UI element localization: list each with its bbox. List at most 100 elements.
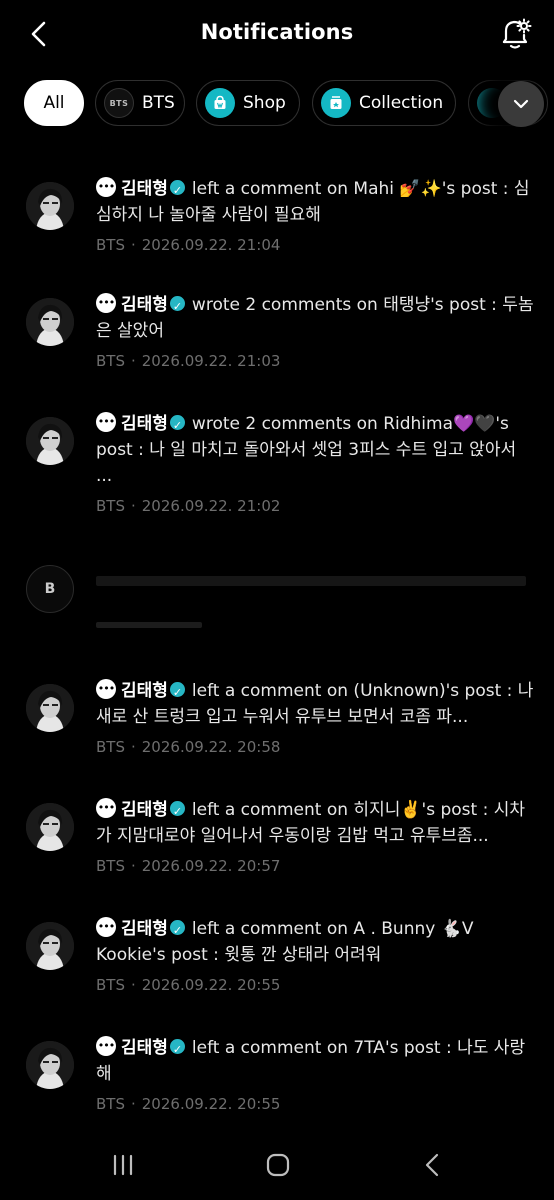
filter-chip-collection[interactable]: Collection bbox=[312, 80, 456, 126]
verified-badge-icon bbox=[169, 680, 185, 706]
author-name: 김태형 bbox=[121, 414, 168, 434]
verified-badge-icon bbox=[169, 1037, 185, 1063]
notification-meta: BTS · 2026.09.22. 21:04 bbox=[96, 236, 536, 254]
notification-content: 김태형wrote 2 comments on 태탱냥's post : 두놈은 … bbox=[96, 290, 536, 370]
redacted-avatar: B bbox=[26, 565, 74, 613]
author-name: 김태형 bbox=[121, 681, 168, 701]
header: Notifications bbox=[0, 0, 554, 70]
notification-content: 김태형left a comment on Mahi 💅✨'s post : 심심… bbox=[96, 174, 536, 254]
comment-bubble-icon bbox=[96, 174, 116, 200]
notification-meta: BTS · 2026.09.22. 20:55 bbox=[96, 1095, 536, 1113]
notification-text: 김태형left a comment on (Unknown)'s post : … bbox=[96, 676, 536, 730]
back-icon[interactable] bbox=[420, 1152, 446, 1178]
notification-meta: BTS · 2026.09.22. 21:03 bbox=[96, 352, 536, 370]
comment-bubble-icon bbox=[96, 290, 116, 316]
recents-icon[interactable] bbox=[110, 1152, 136, 1178]
notification-text: 김태형left a comment on 히지니✌️'s post : 시차가 … bbox=[96, 795, 536, 849]
notification-settings-icon[interactable] bbox=[498, 16, 532, 52]
meta-separator: · bbox=[130, 976, 136, 994]
filter-chip-bts[interactable]: BTS BTS bbox=[95, 80, 185, 126]
community-label: BTS bbox=[96, 352, 125, 370]
meta-separator: · bbox=[130, 857, 136, 875]
notification-text: 김태형wrote 2 comments on 태탱냥's post : 두놈은 … bbox=[96, 290, 536, 344]
author-name: 김태형 bbox=[121, 1038, 168, 1058]
filter-label-bts: BTS bbox=[142, 93, 175, 113]
filter-label-collection: Collection bbox=[359, 93, 444, 113]
avatar[interactable] bbox=[26, 417, 74, 465]
community-label: BTS bbox=[96, 1095, 125, 1113]
timestamp: 2026.09.22. 20:58 bbox=[141, 738, 281, 756]
chevron-down-icon bbox=[513, 99, 529, 109]
notification-meta: BTS · 2026.09.22. 20:55 bbox=[96, 976, 536, 994]
verified-badge-icon bbox=[169, 413, 185, 439]
author-name: 김태형 bbox=[121, 919, 168, 939]
filter-chips: All BTS BTS Shop Collection bbox=[0, 80, 554, 128]
meta-separator: · bbox=[130, 352, 136, 370]
notification-meta: BTS · 2026.09.22. 21:02 bbox=[96, 497, 536, 515]
notification-item[interactable]: 김태형left a comment on 7TA's post : 나도 사랑해… bbox=[0, 1033, 554, 1133]
collection-icon bbox=[321, 88, 351, 118]
page-title: Notifications bbox=[200, 20, 354, 44]
bts-logo-icon: BTS bbox=[104, 88, 134, 118]
verified-badge-icon bbox=[169, 178, 185, 204]
avatar[interactable] bbox=[26, 298, 74, 346]
community-label: BTS bbox=[96, 738, 125, 756]
notification-content: 김태형left a comment on A . Bunny 🐇V Kookie… bbox=[96, 914, 536, 994]
notification-content: 김태형left a comment on 7TA's post : 나도 사랑해… bbox=[96, 1033, 536, 1113]
notification-text: 김태형left a comment on A . Bunny 🐇V Kookie… bbox=[96, 914, 536, 968]
more-filters-button[interactable] bbox=[498, 81, 544, 127]
notification-item[interactable]: 김태형wrote 2 comments on Ridhima💜🖤's post … bbox=[0, 409, 554, 535]
notification-item[interactable]: 김태형left a comment on (Unknown)'s post : … bbox=[0, 676, 554, 776]
community-label: BTS bbox=[96, 497, 125, 515]
meta-separator: · bbox=[130, 497, 136, 515]
notification-content: 김태형left a comment on 히지니✌️'s post : 시차가 … bbox=[96, 795, 536, 875]
notification-item[interactable]: 김태형left a comment on 히지니✌️'s post : 시차가 … bbox=[0, 795, 554, 895]
verified-badge-icon bbox=[169, 294, 185, 320]
meta-separator: · bbox=[130, 236, 136, 254]
notification-content: 김태형left a comment on (Unknown)'s post : … bbox=[96, 676, 536, 756]
timestamp: 2026.09.22. 20:57 bbox=[141, 857, 281, 875]
timestamp: 2026.09.22. 21:02 bbox=[141, 497, 281, 515]
author-name: 김태형 bbox=[121, 800, 168, 820]
avatar[interactable] bbox=[26, 803, 74, 851]
notification-text: 김태형left a comment on Mahi 💅✨'s post : 심심… bbox=[96, 174, 536, 228]
avatar[interactable] bbox=[26, 182, 74, 230]
meta-separator: · bbox=[130, 1095, 136, 1113]
shop-bag-icon bbox=[205, 88, 235, 118]
notification-text: 김태형left a comment on 7TA's post : 나도 사랑해 bbox=[96, 1033, 536, 1087]
comment-bubble-icon bbox=[96, 1033, 116, 1059]
timestamp: 2026.09.22. 20:55 bbox=[141, 976, 281, 994]
redacted-text-line bbox=[96, 576, 526, 586]
notification-content: 김태형wrote 2 comments on Ridhima💜🖤's post … bbox=[96, 409, 536, 515]
notification-meta: BTS · 2026.09.22. 20:57 bbox=[96, 857, 536, 875]
notification-item[interactable]: 김태형wrote 2 comments on 태탱냥's post : 두놈은 … bbox=[0, 290, 554, 390]
meta-separator: · bbox=[130, 738, 136, 756]
system-nav-bar bbox=[0, 1130, 554, 1200]
author-name: 김태형 bbox=[121, 179, 168, 199]
notification-text: 김태형wrote 2 comments on Ridhima💜🖤's post … bbox=[96, 409, 536, 489]
filter-label-all: All bbox=[43, 93, 65, 113]
comment-bubble-icon bbox=[96, 795, 116, 821]
notification-item[interactable]: 김태형left a comment on A . Bunny 🐇V Kookie… bbox=[0, 914, 554, 1014]
notification-meta: BTS · 2026.09.22. 20:58 bbox=[96, 738, 536, 756]
verified-badge-icon bbox=[169, 799, 185, 825]
timestamp: 2026.09.22. 21:03 bbox=[141, 352, 281, 370]
author-name: 김태형 bbox=[121, 295, 168, 315]
home-icon[interactable] bbox=[265, 1152, 291, 1178]
community-label: BTS bbox=[96, 236, 125, 254]
comment-bubble-icon bbox=[96, 914, 116, 940]
timestamp: 2026.09.22. 21:04 bbox=[141, 236, 281, 254]
filter-chip-all[interactable]: All bbox=[24, 80, 84, 126]
comment-bubble-icon bbox=[96, 409, 116, 435]
avatar[interactable] bbox=[26, 1041, 74, 1089]
avatar[interactable] bbox=[26, 922, 74, 970]
comment-bubble-icon bbox=[96, 676, 116, 702]
notification-item[interactable]: 김태형left a comment on Mahi 💅✨'s post : 심심… bbox=[0, 174, 554, 274]
community-label: BTS bbox=[96, 976, 125, 994]
redacted-meta-line bbox=[96, 622, 202, 628]
redacted-notification[interactable]: B bbox=[0, 560, 554, 640]
avatar[interactable] bbox=[26, 684, 74, 732]
filter-chip-shop[interactable]: Shop bbox=[196, 80, 300, 126]
filter-label-shop: Shop bbox=[243, 93, 286, 113]
community-label: BTS bbox=[96, 857, 125, 875]
